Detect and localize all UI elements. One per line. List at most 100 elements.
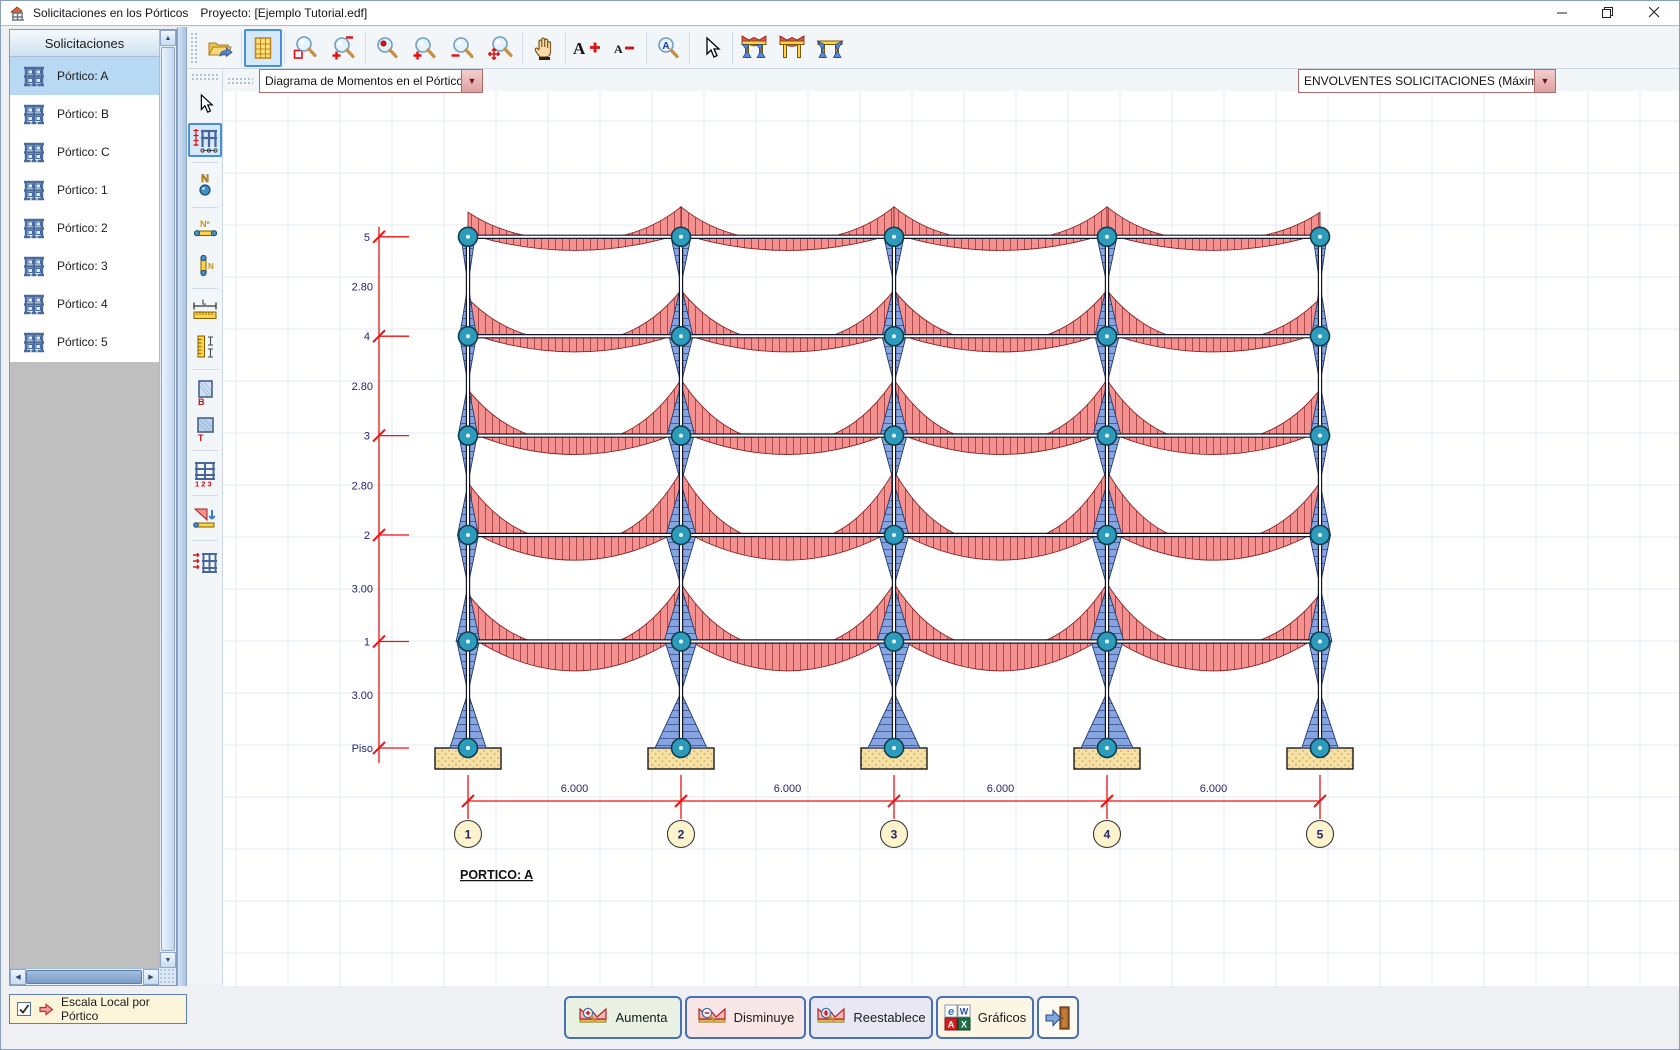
- sidebar-vertical-scrollbar[interactable]: ▲ ▼: [159, 30, 176, 968]
- local-scale-panel[interactable]: Escala Local por Pórtico: [9, 994, 187, 1024]
- sidebar-item-label: Pórtico: 2: [57, 221, 108, 235]
- grid-window-icon[interactable]: [244, 29, 282, 67]
- disminuye-button[interactable]: Disminuye: [685, 996, 806, 1039]
- svg-text:1 2 3: 1 2 3: [195, 480, 212, 488]
- sidebar-empty-area: [10, 362, 159, 968]
- aumenta-button[interactable]: Aumenta: [564, 996, 682, 1039]
- sidebar-item-p-rtico-a[interactable]: Pórtico: A: [10, 57, 159, 95]
- svg-text:X: X: [961, 1020, 967, 1030]
- pan-hand-icon[interactable]: [525, 29, 563, 67]
- chevron-down-icon[interactable]: ▼: [461, 70, 482, 92]
- select-cursor-icon[interactable]: [188, 87, 222, 121]
- scroll-up-icon[interactable]: ▲: [160, 30, 176, 46]
- height-dimension-icon[interactable]: [188, 330, 222, 364]
- zoom-window-icon[interactable]: [287, 29, 325, 67]
- sidebar-item-p-rtico-3[interactable]: Pórtico: 3: [10, 247, 159, 285]
- font-increase-icon[interactable]: A: [568, 29, 606, 67]
- toolbar-separator: [192, 369, 218, 370]
- load-diagram-icon[interactable]: [188, 501, 222, 535]
- sidebar-item-p-rtico-b[interactable]: Pórtico: B: [10, 95, 159, 133]
- vertical-scroll-thumb[interactable]: [161, 47, 175, 951]
- frame-moment-columns-icon[interactable]: [811, 29, 849, 67]
- zoom-out-icon[interactable]: [444, 29, 482, 67]
- toolbar-drag-handle[interactable]: [191, 73, 219, 80]
- moment-diagram-canvas[interactable]: 54321Piso2.802.802.803.003.006.0006.0006…: [223, 91, 1680, 986]
- scroll-right-icon[interactable]: ▶: [143, 969, 159, 985]
- scroll-left-icon[interactable]: ◀: [10, 969, 26, 985]
- member-vertical-icon[interactable]: N: [188, 249, 222, 283]
- combo-drag-handle[interactable]: [227, 77, 253, 84]
- exit-button[interactable]: [1037, 996, 1079, 1039]
- sidebar-solicitaciones: Solicitaciones Pórtico: APórtico: BPórti…: [9, 29, 177, 986]
- length-dimension-icon[interactable]: L: [188, 294, 222, 328]
- svg-text:6.000: 6.000: [1200, 783, 1228, 795]
- select-cursor-icon[interactable]: [692, 29, 730, 67]
- reestablece-button[interactable]: Reestablece: [809, 996, 933, 1039]
- sidebar-item-p-rtico-1[interactable]: Pórtico: 1: [10, 171, 159, 209]
- sidebar-item-p-rtico-5[interactable]: Pórtico: 5: [10, 323, 159, 361]
- svg-text:2.80: 2.80: [352, 282, 373, 294]
- office-apps-icon: eWAX: [944, 1004, 971, 1031]
- axis-bubbles: 12345: [455, 821, 1334, 848]
- frame-title: PORTICO: A: [460, 868, 533, 882]
- story-dimension-lines: 54321Piso2.802.802.803.003.00: [352, 227, 409, 763]
- open-folder-icon[interactable]: [201, 29, 239, 67]
- frame-moment-full-icon[interactable]: [735, 29, 773, 67]
- svg-text:N: N: [208, 262, 214, 271]
- title-bar: Solicitaciones en los Pórticos Proyecto:…: [1, 1, 1679, 26]
- node-numbers-icon[interactable]: N: [188, 168, 222, 202]
- svg-text:5: 5: [1317, 828, 1324, 842]
- portico-list: Pórtico: A Pórtico: B Pórtico: CPórtico: 1…: [10, 57, 159, 361]
- sidebar-item-p-rtico-4[interactable]: Pórtico: 4: [10, 285, 159, 323]
- diagram-type-select[interactable]: Diagrama de Momentos en el Pórtico ▼: [259, 69, 483, 93]
- section-b-icon[interactable]: B: [188, 375, 222, 409]
- svg-text:1: 1: [465, 828, 472, 842]
- member-numbers-icon[interactable]: Nº: [188, 213, 222, 247]
- building-levels-icon[interactable]: 1 2 3: [188, 456, 222, 490]
- reestablece-label: Reestablece: [853, 1010, 925, 1025]
- font-decrease-icon[interactable]: A: [606, 29, 644, 67]
- toolbar-drag-handle[interactable]: [190, 32, 197, 64]
- sidebar-item-p-rtico-2[interactable]: Pórtico: 2: [10, 209, 159, 247]
- frame-members: [468, 237, 1320, 748]
- zoom-text-icon[interactable]: A: [649, 29, 687, 67]
- toolbar-separator: [192, 495, 218, 496]
- svg-text:A: A: [948, 1020, 955, 1030]
- frame-loads-icon[interactable]: [188, 546, 222, 580]
- panel-splitter[interactable]: [177, 27, 187, 986]
- zoom-previous-icon[interactable]: [325, 29, 363, 67]
- frame-icon: [20, 328, 48, 356]
- zoom-in-icon[interactable]: [406, 29, 444, 67]
- frame-moment-beams-icon[interactable]: [773, 29, 811, 67]
- checkbox-checked-icon[interactable]: [17, 1002, 31, 1016]
- graficos-button[interactable]: eWAX Gráficos: [936, 996, 1034, 1039]
- sidebar-header: Solicitaciones: [10, 30, 159, 57]
- section-t-icon[interactable]: T: [188, 411, 222, 445]
- toolbar-separator: [646, 32, 647, 64]
- view-toolbar: N Nº N L B T 1 2 3: [187, 69, 223, 984]
- restore-button[interactable]: [1585, 1, 1631, 24]
- sidebar-item-p-rtico-c[interactable]: Pórtico: C: [10, 133, 159, 171]
- minimize-button[interactable]: [1539, 1, 1585, 24]
- frame-dimensions-icon[interactable]: [188, 123, 222, 157]
- chevron-down-icon[interactable]: ▼: [1534, 70, 1555, 92]
- svg-text:3: 3: [364, 431, 370, 443]
- zoom-extents-icon[interactable]: [482, 29, 520, 67]
- sidebar-item-label: Pórtico: B: [57, 107, 109, 121]
- svg-text:5: 5: [364, 232, 370, 244]
- graficos-label: Gráficos: [978, 1010, 1026, 1025]
- toolbar-separator: [732, 32, 733, 64]
- window-project: Proyecto: [Ejemplo Tutorial.edf]: [200, 6, 367, 20]
- close-button[interactable]: [1631, 1, 1677, 24]
- local-scale-label: Escala Local por Pórtico: [61, 995, 186, 1023]
- svg-text:L: L: [202, 300, 207, 307]
- bottom-bar: Escala Local por Pórtico Aumenta Disminu…: [1, 986, 1679, 1050]
- app-icon: [9, 5, 26, 22]
- scroll-down-icon[interactable]: ▼: [160, 952, 176, 968]
- horizontal-scroll-thumb[interactable]: [26, 970, 142, 984]
- zoom-point-icon[interactable]: [368, 29, 406, 67]
- decrease-scale-icon: [697, 1006, 727, 1030]
- sidebar-horizontal-scrollbar[interactable]: ◀ ▶: [10, 968, 159, 985]
- svg-text:1: 1: [364, 637, 370, 649]
- envelope-select[interactable]: ENVOLVENTES SOLICITACIONES (Máximos) ▼: [1298, 69, 1556, 93]
